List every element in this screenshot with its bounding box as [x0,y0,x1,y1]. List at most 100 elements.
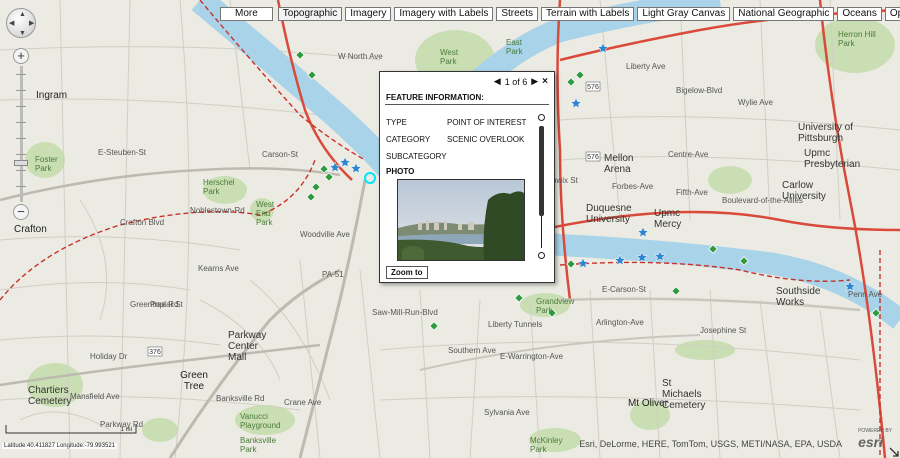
scroll-thumb[interactable] [539,126,544,216]
pan-right-icon[interactable]: ▶ [29,20,34,27]
map-label: Chartiers Cemetery [28,385,72,407]
zoom-to-button[interactable]: Zoom to [386,266,428,279]
map-label: Crafton Blvd [120,218,165,227]
zoom-slider-track[interactable] [20,66,23,202]
zoom-tick [16,90,26,91]
map-label: Vanucci Playground [240,412,281,430]
field-label-type: TYPE [386,118,407,127]
basemap-imagery-button[interactable]: Imagery [345,7,392,21]
zoom-tick [16,138,26,139]
map-label: Centre-Ave [668,150,709,159]
map-label: Crane Ave [284,398,322,407]
popup-scrollbar[interactable] [538,114,545,259]
map-label: E-Warrington-Ave [500,352,564,361]
map-label: East Park [506,38,523,56]
map-label: Southside Works [776,286,821,308]
map-label: Foster Park [35,155,58,173]
map-label: Forbes-Ave [612,182,654,191]
zoom-out-button[interactable]: − [13,204,29,220]
map-label: Crafton [14,224,47,235]
basemap-terrain-labels-button[interactable]: Terrain with Labels [541,7,635,21]
map-label: PA-51 [322,270,344,279]
map-label: W North Ave [338,52,383,61]
map-label: Upmc Mercy [654,208,682,230]
basemap-light-gray-button[interactable]: Light Gray Canvas [637,7,731,21]
map-label: E-Steuben-St [98,148,147,157]
prev-feature-button[interactable]: ◀ [494,76,501,87]
map-label: Kearns Ave [198,264,239,273]
map-label: Duquesne University [586,203,632,225]
basemap-topographic-button[interactable]: Topographic [277,7,343,21]
basemap-natgeo-button[interactable]: National Geographic [733,7,835,21]
map-label: Holiday Dr [90,352,128,361]
map-label: Penn Ave [848,290,883,299]
esri-logo[interactable]: POWERED BY esri [858,428,892,452]
popup-header: ◀ 1 of 6 ▶ × [494,76,548,87]
map-label: Wylie Ave [738,98,773,107]
map-label: Herschel Park [203,178,235,196]
map-label: McKinley Park [530,436,563,454]
zoom-tick [16,186,26,187]
feature-photo[interactable] [397,179,525,261]
map-label: Parkway Center Mall [228,330,267,363]
zoom-tick [16,122,26,123]
map-label: Liberty Tunnels [488,320,543,329]
map-label: Banksville Park [240,436,277,454]
map-view[interactable]: 576 576 376 Ingram Crafton Green Tree Mt… [0,0,900,458]
zoom-tick [16,154,26,155]
pan-up-icon[interactable]: ▲ [19,11,26,18]
map-label: West End Park [256,200,275,227]
scroll-down-icon[interactable] [538,252,545,259]
map-label: Ingram [36,90,68,101]
map-label: Carson-St [262,150,299,159]
map-label: Mellon Arena [604,153,634,175]
expand-icon[interactable] [889,447,899,457]
field-label-category: CATEGORY [386,135,431,144]
map-label: Southern Ave [448,346,496,355]
map-label: Fifth-Ave [676,188,708,197]
scale-bar: 1 mi [5,425,137,434]
map-label: Bigelow-Blvd [676,86,723,95]
map-label: St Michaels Cemetery [662,378,706,411]
map-label: Herron Hill Park [838,30,876,48]
basemap-toolbar: More Topographic Imagery Imagery with La… [220,7,900,21]
pan-control[interactable]: ▲ ▼ ◀ ▶ [6,8,36,38]
map-label: Noblestown-Rd [190,206,245,215]
map-label: West Park [440,48,459,66]
map-label: Grandview Park [536,297,575,315]
svg-text:576: 576 [587,84,599,91]
basemap-streets-button[interactable]: Streets [496,7,539,21]
next-feature-button[interactable]: ▶ [531,76,538,87]
scale-label: 1 mi [121,427,132,433]
svg-text:576: 576 [587,154,599,161]
scroll-up-icon[interactable] [538,114,545,121]
map-label: Saw-Mill-Run-Blvd [372,308,438,317]
popup-pager: 1 of 6 [504,76,528,87]
zoom-in-button[interactable]: + [13,48,29,64]
feature-popup: ◀ 1 of 6 ▶ × FEATURE INFORMATION: TYPE P… [379,71,555,283]
popup-divider [385,104,549,105]
field-value-category: SCENIC OVERLOOK [447,135,525,144]
photo-label: PHOTO [386,167,415,176]
basemap-oceans-button[interactable]: Oceans [837,7,882,21]
basemap-imagery-labels-button[interactable]: Imagery with Labels [394,7,494,21]
esri-logo-text: esri [858,434,884,450]
pan-left-icon[interactable]: ◀ [9,20,14,27]
map-label: Liberty Ave [626,62,666,71]
more-button[interactable]: More [220,7,273,21]
zoom-tick [16,106,26,107]
map-label: Woodville Ave [300,230,350,239]
map-label: Banksville Rd [216,394,265,403]
zoom-tick [16,170,26,171]
close-icon[interactable]: × [542,76,548,87]
zoom-slider-thumb[interactable] [14,160,28,166]
map-label: Sylvania Ave [484,408,530,417]
pan-down-icon[interactable]: ▼ [19,30,26,37]
map-attribution: Esri, DeLorme, HERE, TomTom, USGS, METI/… [579,439,842,449]
coordinate-readout: Latitude:40.411827 Longitude:-79.993521 [2,443,117,449]
zoom-tick [16,74,26,75]
map-label: Boulevard-of-the-Allies [722,196,803,205]
map-label: Upmc Presbyterian [804,148,861,170]
basemap-osm-button[interactable]: OpenStreetMap [884,7,900,21]
map-label: Poplar St [150,300,183,309]
